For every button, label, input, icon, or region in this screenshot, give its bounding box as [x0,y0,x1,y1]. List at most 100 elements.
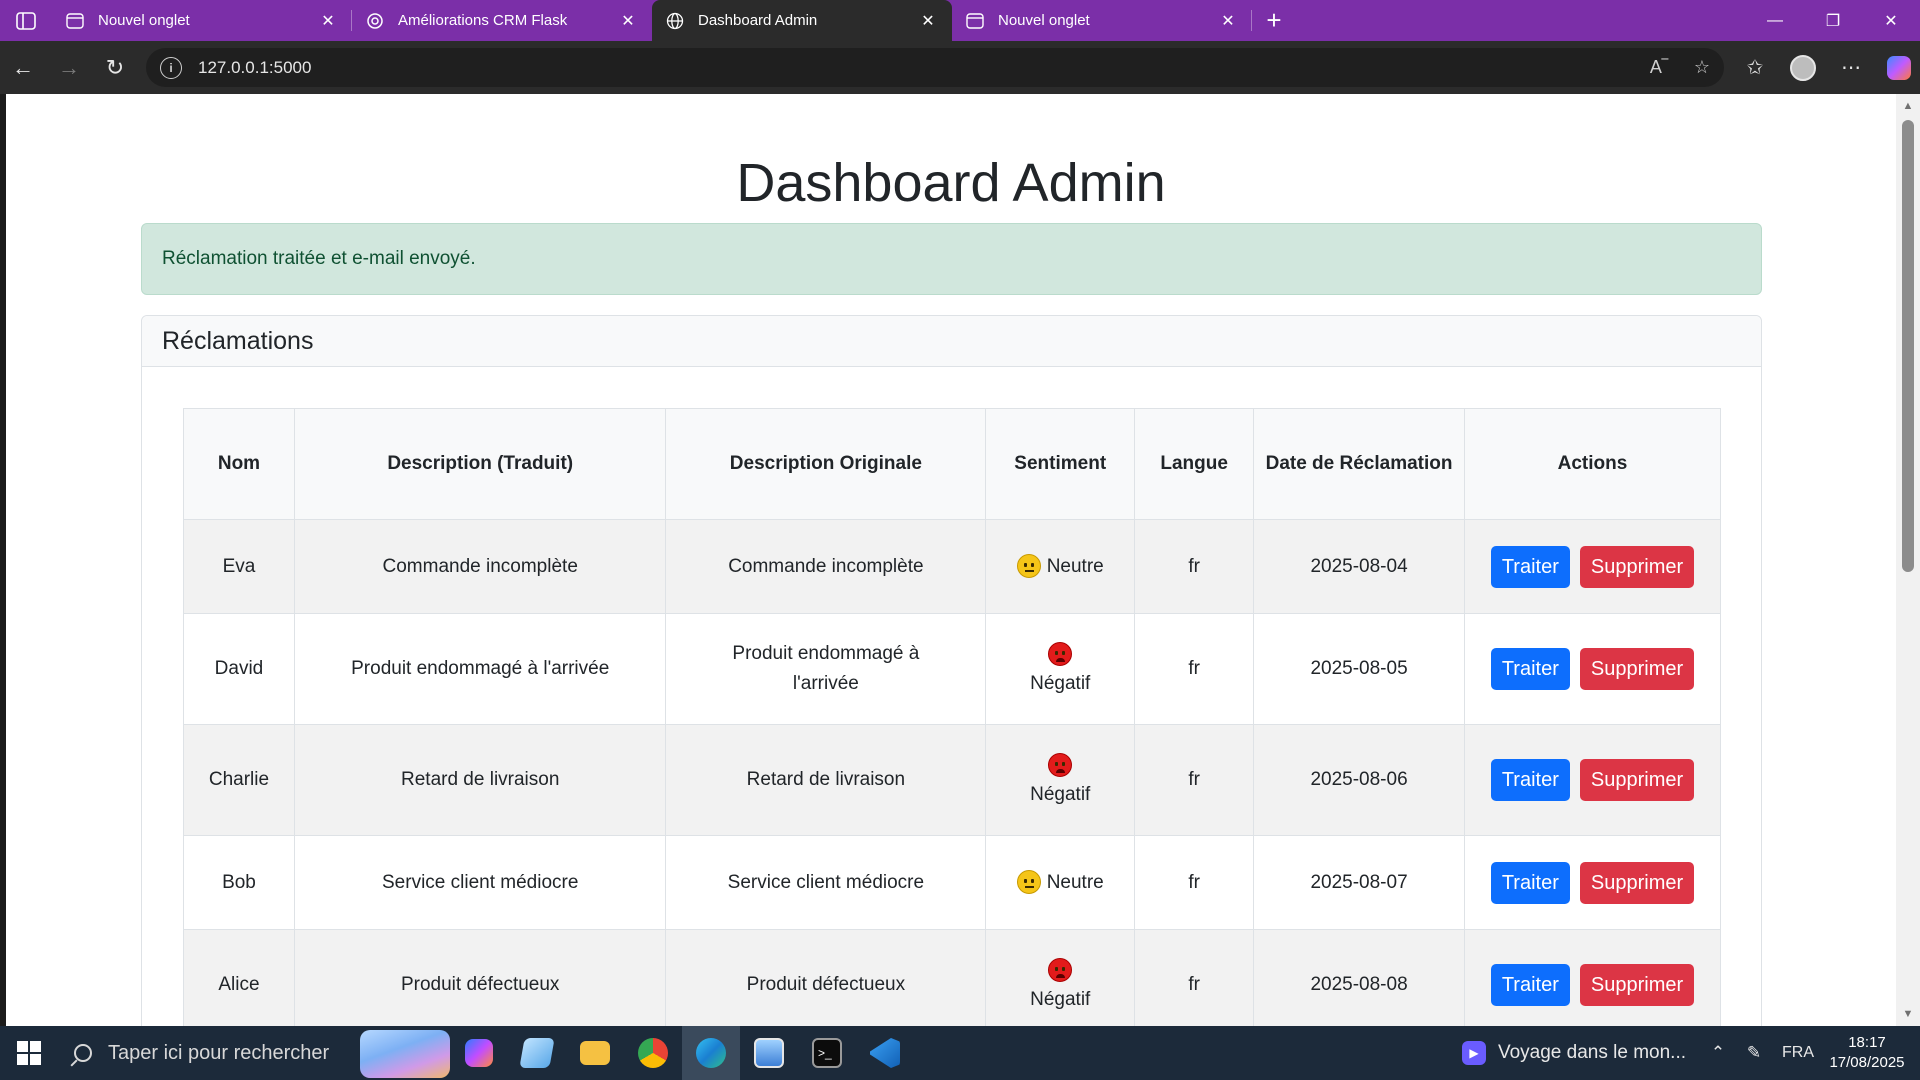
cell-traduit: Produit endommagé à l'arrivée [293,613,667,725]
edge-app[interactable] [682,1026,740,1080]
new-tab-page-icon [966,12,984,30]
cell-sentiment: Neutre [985,835,1136,930]
tab-dashboard-admin[interactable]: Dashboard Admin ✕ [652,0,952,41]
forward-button[interactable]: → [46,48,92,88]
terminal-icon: >_ [812,1038,842,1068]
new-tab-button[interactable]: + [1252,0,1296,41]
reclamations-card: Réclamations Nom Description (Traduit) D… [141,315,1762,1026]
angry-face-icon [1048,957,1073,982]
close-tab-icon[interactable]: ✕ [918,11,938,31]
arrow-right-icon: → [58,54,80,80]
search-highlight-image [360,1030,450,1078]
chatgpt-icon [366,12,384,30]
profile-avatar-icon[interactable] [1782,48,1824,88]
angry-face-icon [1048,752,1073,777]
favorites-icon[interactable]: ✩ [1734,48,1776,88]
address-bar[interactable]: i 127.0.0.1:5000 A‾ ☆ [146,48,1724,87]
chevron-up-icon[interactable]: ⌃ [1700,1043,1736,1063]
search-icon [74,1044,92,1062]
close-window-icon[interactable]: ✕ [1862,0,1920,41]
supprimer-button[interactable]: Supprimer [1579,861,1695,904]
pen-icon[interactable]: ✎ [1736,1043,1772,1063]
page-title: Dashboard Admin [736,153,1166,213]
traiter-button[interactable]: Traiter [1490,759,1570,801]
supprimer-button[interactable]: Supprimer [1579,648,1695,690]
sentiment-label: Neutre [1046,871,1104,893]
cell-langue: fr [1134,519,1255,614]
tab-nouvel-onglet-1[interactable]: Nouvel onglet ✕ [52,0,352,41]
minimize-icon[interactable]: — [1746,0,1804,41]
column-header: Sentiment [985,408,1136,520]
language-indicator[interactable]: FRA [1772,1044,1824,1062]
cell-sentiment: Négatif [985,929,1136,1026]
photos-app[interactable] [740,1026,798,1080]
close-tab-icon[interactable]: ✕ [1218,11,1238,31]
page-viewport: Dashboard Admin Réclamation traitée et e… [6,94,1896,1026]
tab-label: Dashboard Admin [698,12,818,29]
cell-actions: Traiter Supprimer [1463,519,1722,614]
scroll-up-icon[interactable]: ▲ [1901,100,1915,114]
search-placeholder: Taper ici pour rechercher [108,1041,330,1064]
folder-icon [580,1041,610,1065]
tab-ameliorations-crm[interactable]: Améliorations CRM Flask ✕ [352,0,652,41]
supprimer-button[interactable]: Supprimer [1579,545,1695,588]
reload-button[interactable]: ↻ [92,48,138,88]
table-row: David Produit endommagé à l'arrivée Prod… [183,613,1722,725]
taskbar-search[interactable]: Taper ici pour rechercher [58,1026,450,1080]
column-header: Description Originale [665,408,987,520]
edge-icon [696,1038,726,1068]
tab-label: Nouvel onglet [998,12,1090,29]
supprimer-button[interactable]: Supprimer [1579,759,1695,801]
cell-traduit: Service client médiocre [293,835,667,930]
scrollbar-thumb[interactable] [1902,120,1914,572]
notepad-icon [519,1038,555,1068]
traiter-button[interactable]: Traiter [1490,545,1570,588]
copilot-app-icon [465,1039,493,1067]
cell-actions: Traiter Supprimer [1463,724,1722,836]
cell-nom: Eva [183,519,295,614]
cell-langue: fr [1134,929,1255,1026]
neutral-face-icon [1016,870,1041,895]
chrome-icon [638,1038,668,1068]
tab-nouvel-onglet-2[interactable]: Nouvel onglet ✕ [952,0,1252,41]
cell-date: 2025-08-06 [1253,724,1465,836]
media-widget[interactable]: ▶ Voyage dans le mon... [1448,1041,1700,1065]
windows-taskbar: Taper ici pour rechercher >_ ▶ Voyage da… [0,1026,1920,1080]
sidebar-toggle-button[interactable] [0,0,52,41]
cell-langue: fr [1134,835,1255,930]
page-scrollbar[interactable]: ▲ ▼ [1896,94,1920,1026]
reload-icon: ↻ [105,54,125,80]
system-tray: ▶ Voyage dans le mon... ⌃ ✎ FRA 18:17 17… [1448,1026,1920,1080]
traiter-button[interactable]: Traiter [1490,648,1570,690]
traiter-button[interactable]: Traiter [1490,861,1570,904]
cell-traduit: Produit défectueux [293,929,667,1026]
back-button[interactable]: ← [0,48,46,88]
cell-sentiment: Négatif [985,613,1136,725]
copilot-app[interactable] [450,1026,508,1080]
file-explorer-app[interactable] [566,1026,624,1080]
notes-app[interactable] [508,1026,566,1080]
terminal-app[interactable]: >_ [798,1026,856,1080]
table-header-row: Nom Description (Traduit) Description Or… [183,408,1722,520]
traiter-button[interactable]: Traiter [1490,964,1570,1006]
chrome-app[interactable] [624,1026,682,1080]
start-button[interactable] [0,1026,58,1080]
site-info-icon[interactable]: i [160,56,182,79]
supprimer-button[interactable]: Supprimer [1579,964,1695,1006]
taskbar-clock[interactable]: 18:17 17/08/2025 [1824,1033,1920,1073]
close-tab-icon[interactable]: ✕ [318,11,338,31]
scroll-down-icon[interactable]: ▼ [1901,1008,1915,1022]
cell-date: 2025-08-07 [1253,835,1465,930]
cell-originale: Commande incomplète [665,519,987,614]
read-aloud-icon[interactable]: A‾ [1650,57,1668,78]
copilot-icon[interactable] [1878,48,1920,88]
close-tab-icon[interactable]: ✕ [618,11,638,31]
windows-logo-icon [17,1041,41,1065]
sentiment-label: Négatif [1030,989,1091,1010]
success-alert: Réclamation traitée et e-mail envoyé. [141,223,1762,295]
cell-date: 2025-08-05 [1253,613,1465,725]
favorite-star-icon[interactable]: ☆ [1694,57,1710,78]
vscode-app[interactable] [856,1026,914,1080]
more-options-icon[interactable]: ⋯ [1830,48,1872,88]
restore-icon[interactable]: ❐ [1804,0,1862,41]
